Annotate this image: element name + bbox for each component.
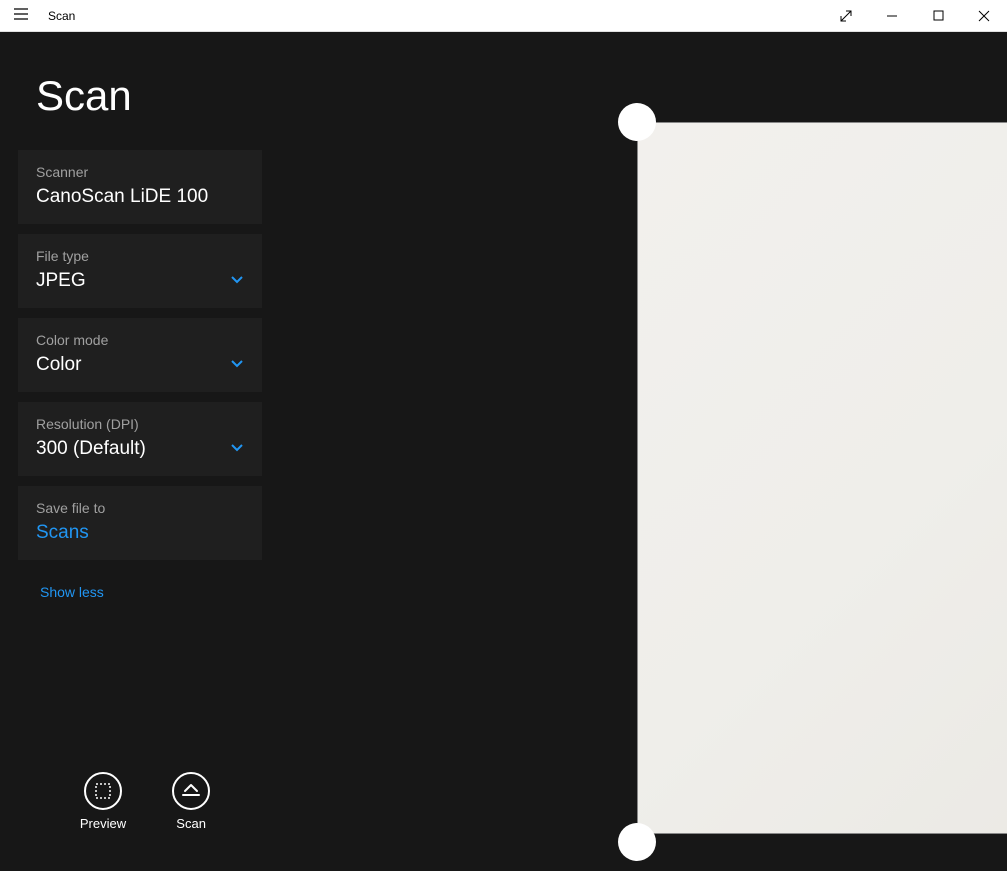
scan-label: Scan (176, 816, 206, 831)
resolution-label: Resolution (DPI) (36, 416, 244, 432)
save-location-label: Save file to (36, 500, 244, 516)
title-bar: Scan (0, 0, 1007, 32)
close-button[interactable] (961, 0, 1007, 31)
sidebar: Scan Scanner CanoScan LiDE 100 File type… (0, 32, 280, 871)
fullscreen-button[interactable] (823, 0, 869, 31)
scanner-label: Scanner (36, 164, 244, 180)
minimize-button[interactable] (869, 0, 915, 31)
color-mode-label: Color mode (36, 332, 244, 348)
crop-handle-bottom-left[interactable] (618, 823, 656, 861)
file-type-label: File type (36, 248, 244, 264)
chevron-down-icon (230, 356, 244, 374)
preview-pane (280, 32, 1007, 871)
file-type-value: JPEG (36, 270, 244, 292)
preview-button[interactable]: Preview (80, 772, 126, 831)
color-mode-value: Color (36, 354, 244, 376)
save-location-value: Scans (36, 522, 244, 544)
page-title: Scan (36, 72, 262, 120)
scanner-value: CanoScan LiDE 100 (36, 186, 244, 208)
hamburger-menu-icon[interactable] (14, 7, 28, 25)
preview-label: Preview (80, 816, 126, 831)
chevron-down-icon (230, 440, 244, 458)
crop-handle-top-left[interactable] (618, 103, 656, 141)
scan-preview-image[interactable] (637, 122, 1007, 834)
save-location-selector[interactable]: Save file to Scans (18, 486, 262, 560)
scan-icon (172, 772, 210, 810)
color-mode-selector[interactable]: Color mode Color (18, 318, 262, 392)
show-less-link[interactable]: Show less (18, 570, 262, 600)
scanner-selector[interactable]: Scanner CanoScan LiDE 100 (18, 150, 262, 224)
preview-icon (84, 772, 122, 810)
resolution-selector[interactable]: Resolution (DPI) 300 (Default) (18, 402, 262, 476)
scan-button[interactable]: Scan (172, 772, 210, 831)
file-type-selector[interactable]: File type JPEG (18, 234, 262, 308)
window-title: Scan (48, 9, 75, 23)
resolution-value: 300 (Default) (36, 438, 244, 460)
chevron-down-icon (230, 272, 244, 290)
maximize-button[interactable] (915, 0, 961, 31)
